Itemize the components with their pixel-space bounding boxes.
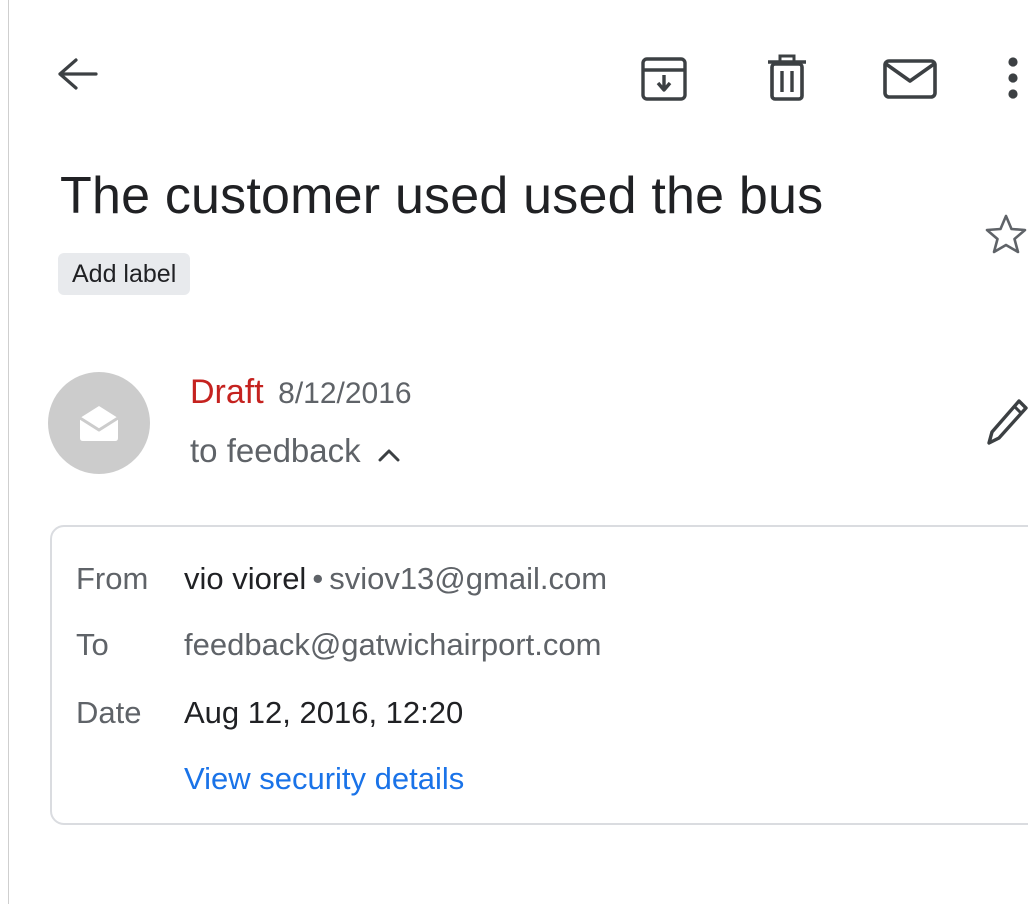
- from-name: vio viorel: [184, 561, 307, 596]
- to-summary: to feedback: [190, 432, 361, 469]
- view-security-details-link[interactable]: View security details: [184, 761, 464, 797]
- from-email: sviov13@gmail.com: [329, 561, 608, 596]
- from-label: From: [76, 561, 149, 596]
- email-subject: The customer used used the bus: [60, 167, 824, 225]
- separator-dot: •: [312, 561, 324, 596]
- chevron-up-icon: [377, 445, 401, 465]
- recipients-toggle[interactable]: to feedback: [190, 432, 401, 470]
- message-date: 8/12/2016: [278, 377, 412, 410]
- back-arrow-icon[interactable]: [54, 54, 100, 94]
- from-value: vio viorel • sviov13@gmail.com: [184, 561, 607, 597]
- more-options-icon[interactable]: [1000, 54, 1026, 102]
- add-label-chip[interactable]: Add label: [58, 253, 191, 295]
- archive-icon[interactable]: [640, 55, 688, 103]
- date-label: Date: [76, 695, 142, 730]
- star-icon[interactable]: [984, 210, 1028, 258]
- sender-avatar: [48, 372, 150, 474]
- draft-status-label: Draft: [190, 373, 264, 411]
- date-value: Aug 12, 2016, 12:20: [184, 695, 464, 730]
- edit-draft-pencil-icon[interactable]: [986, 398, 1028, 446]
- message-details-card: From vio viorel • sviov13@gmail.com To fee…: [50, 525, 1028, 825]
- trash-icon[interactable]: [764, 54, 810, 102]
- to-email: feedback@gatwichairport.com: [184, 627, 602, 662]
- left-edge-divider: [8, 0, 9, 904]
- email-view-page: The customer used used the bus Add label…: [0, 0, 1028, 904]
- draft-envelope-icon: [79, 406, 119, 441]
- to-label: To: [76, 627, 109, 662]
- message-status-line: Draft 8/12/2016: [190, 373, 412, 412]
- mark-unread-mail-icon[interactable]: [882, 58, 938, 100]
